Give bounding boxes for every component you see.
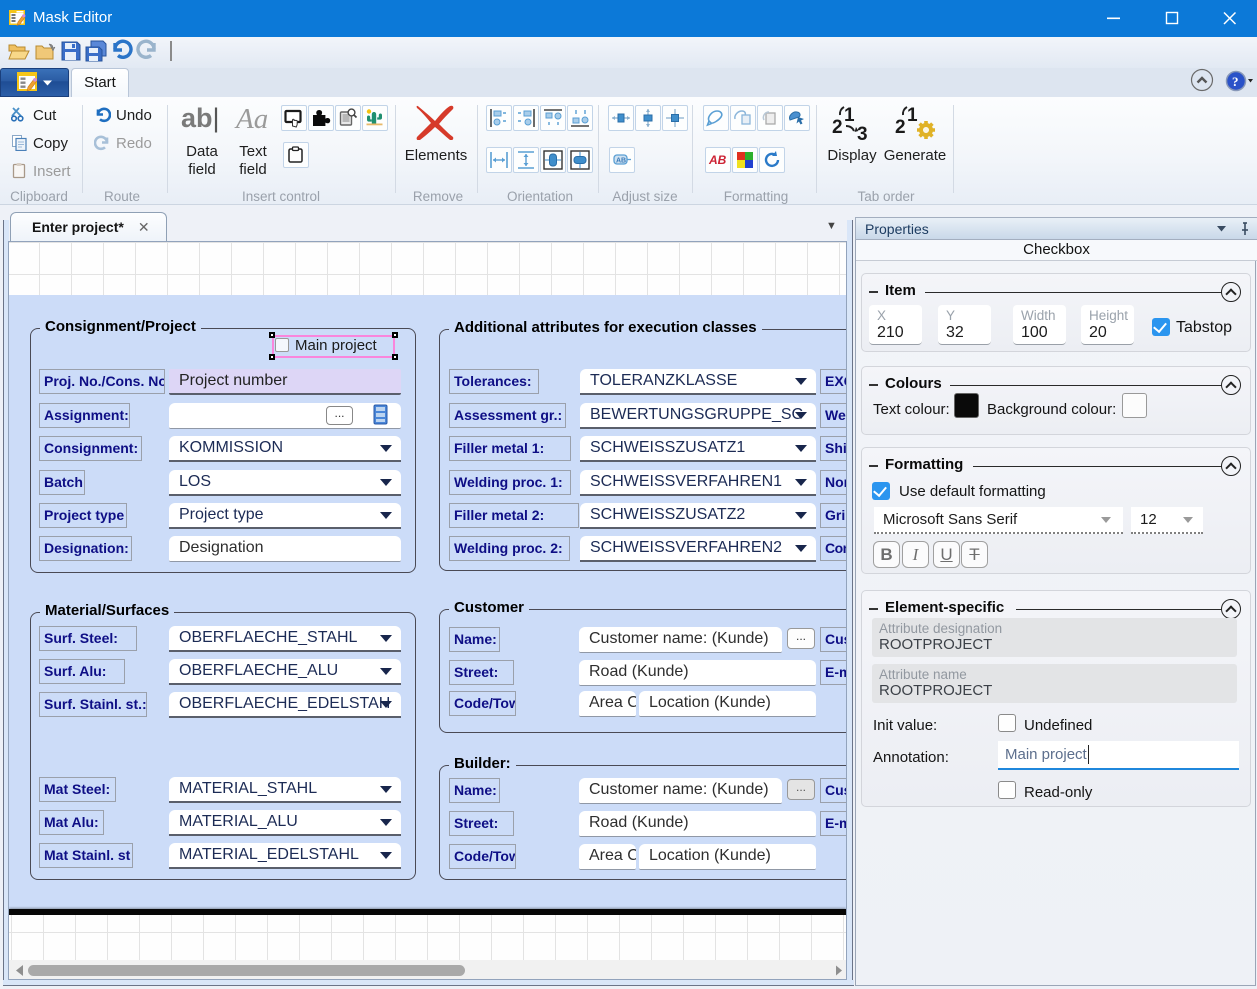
svg-text:3: 3: [857, 124, 868, 140]
svg-text:2: 2: [895, 117, 906, 138]
svg-text:1: 1: [844, 105, 855, 126]
svg-text:AB: AB: [616, 158, 626, 165]
svg-text:1: 1: [907, 105, 918, 126]
svg-text:?: ?: [1232, 74, 1239, 89]
svg-text:2: 2: [832, 117, 843, 138]
svg-text:AB: AB: [708, 153, 727, 167]
